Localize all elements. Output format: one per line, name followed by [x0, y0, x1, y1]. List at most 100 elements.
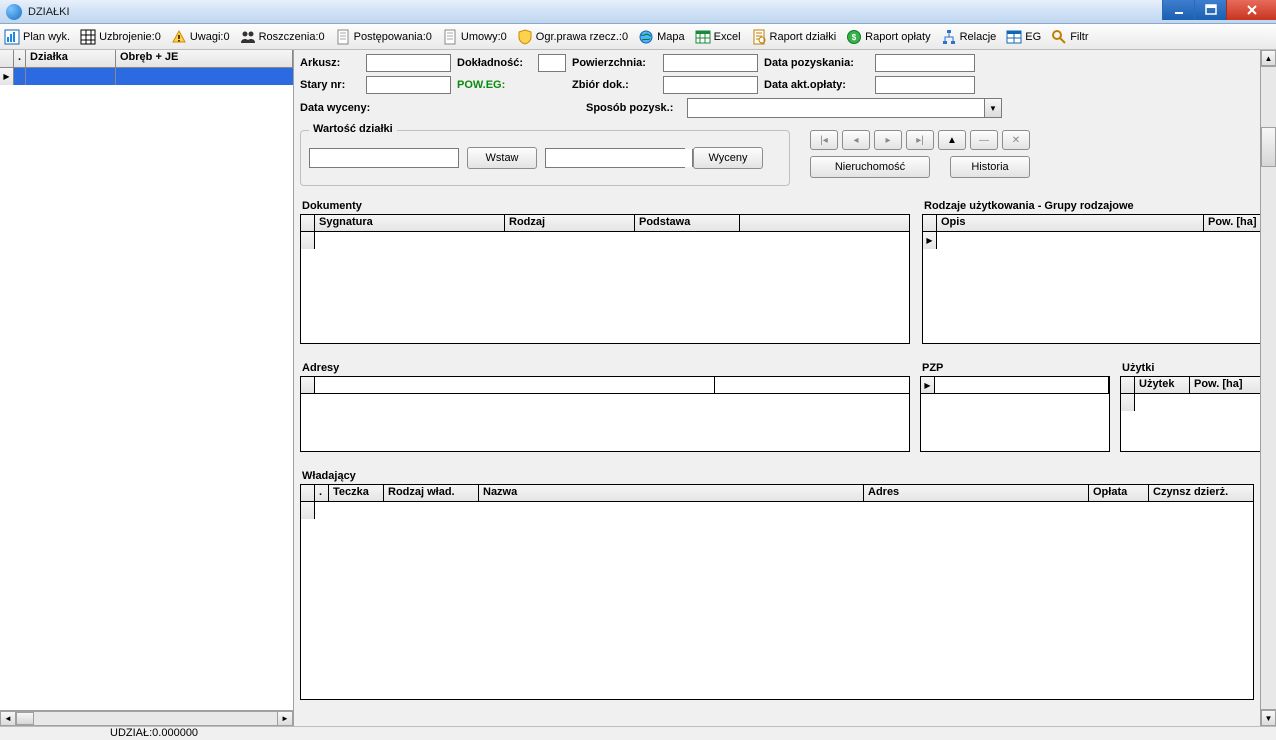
- scroll-up-button[interactable]: ▲: [1261, 50, 1276, 66]
- grid-corner: [301, 502, 315, 519]
- right-pane-vscroll[interactable]: ▲ ▼: [1260, 50, 1276, 726]
- scroll-thumb[interactable]: [1261, 127, 1276, 167]
- nav-next-button[interactable]: ▸: [874, 130, 902, 150]
- tb-excel[interactable]: Excel: [695, 29, 741, 45]
- statusbar: UDZIAŁ:0.000000: [0, 726, 1276, 740]
- maximize-button[interactable]: [1194, 0, 1226, 20]
- tb-raport-dzialki[interactable]: Raport działki: [751, 29, 837, 45]
- window-title: DZIAŁKI: [28, 6, 70, 18]
- pzp-title: PZP: [922, 362, 1110, 374]
- tb-mapa[interactable]: Mapa: [638, 29, 685, 45]
- grid-corner: [301, 232, 315, 249]
- scroll-track[interactable]: [16, 711, 277, 726]
- dokumenty-grid[interactable]: Sygnatura Rodzaj Podstawa: [300, 214, 910, 344]
- wladajacy-row[interactable]: [301, 502, 1253, 519]
- wlad-col-czynsz[interactable]: Czynsz dzierż.: [1149, 485, 1253, 501]
- doc-icon: [335, 29, 351, 45]
- wlad-col-dot[interactable]: .: [315, 485, 329, 501]
- data-pozyskania-label: Data pozyskania:: [764, 57, 869, 69]
- tb-label: Relacje: [960, 31, 997, 43]
- scroll-track[interactable]: [1261, 66, 1276, 710]
- tb-label: Postępowania:0: [354, 31, 432, 43]
- nav-last-button[interactable]: ▸|: [906, 130, 934, 150]
- wartosc-combo[interactable]: ▼: [545, 148, 685, 168]
- left-grid-row[interactable]: [0, 68, 293, 85]
- wstaw-button[interactable]: Wstaw: [467, 147, 537, 169]
- left-grid-corner: [0, 50, 14, 67]
- chevron-down-icon[interactable]: ▼: [984, 99, 1001, 117]
- left-grid-col-dot[interactable]: .: [14, 50, 26, 67]
- powierzchnia-input[interactable]: [663, 54, 758, 72]
- wlad-col-adres[interactable]: Adres: [864, 485, 1089, 501]
- scroll-thumb[interactable]: [16, 712, 34, 725]
- scroll-right-button[interactable]: ►: [277, 711, 293, 726]
- report-icon: [751, 29, 767, 45]
- uzytki-col-uzytek[interactable]: Użytek: [1135, 377, 1190, 393]
- left-grid-hscroll[interactable]: ◄ ►: [0, 710, 293, 726]
- data-akt-oplaty-input[interactable]: [875, 76, 975, 94]
- tb-label: EG: [1025, 31, 1041, 43]
- tb-relacje[interactable]: Relacje: [941, 29, 997, 45]
- tb-umowy[interactable]: Umowy:0: [442, 29, 507, 45]
- uzytki-col-pow[interactable]: Pow. [ha]: [1190, 377, 1269, 393]
- globe-icon: [638, 29, 654, 45]
- adresy-grid[interactable]: [300, 376, 910, 452]
- tb-eg[interactable]: EG: [1006, 29, 1041, 45]
- wlad-col-teczka[interactable]: Teczka: [329, 485, 384, 501]
- scroll-down-button[interactable]: ▼: [1261, 710, 1276, 726]
- sposob-pozysk-input[interactable]: [688, 99, 984, 117]
- left-grid-cell: [26, 68, 116, 85]
- pzp-row[interactable]: [921, 377, 1109, 394]
- nav-first-button[interactable]: |◂: [810, 130, 838, 150]
- wlad-col-nazwa[interactable]: Nazwa: [479, 485, 864, 501]
- wlad-col-oplata[interactable]: Opłata: [1089, 485, 1149, 501]
- data-pozyskania-input[interactable]: [875, 54, 975, 72]
- table-icon: [695, 29, 711, 45]
- stary-nr-input[interactable]: [366, 76, 451, 94]
- people-icon: [240, 29, 256, 45]
- tb-plan-wyk[interactable]: Plan wyk.: [4, 29, 70, 45]
- tb-ogr-prawa[interactable]: Ogr.prawa rzecz.:0: [517, 29, 628, 45]
- wartosc-input[interactable]: [309, 148, 459, 168]
- scroll-left-button[interactable]: ◄: [0, 711, 16, 726]
- tb-raport-oplaty[interactable]: $ Raport opłaty: [846, 29, 930, 45]
- dokumenty-row[interactable]: [301, 232, 909, 249]
- nav-delete-button[interactable]: —: [970, 130, 998, 150]
- nav-prev-button[interactable]: ◂: [842, 130, 870, 150]
- dokumenty-col-sygnatura[interactable]: Sygnatura: [315, 215, 505, 231]
- wlad-col-rodzaj[interactable]: Rodzaj wład.: [384, 485, 479, 501]
- wartosc-legend: Wartość działki: [309, 123, 397, 135]
- tb-uzbrojenie[interactable]: Uzbrojenie:0: [80, 29, 161, 45]
- tb-roszczenia[interactable]: Roszczenia:0: [240, 29, 325, 45]
- left-grid-col-obreb[interactable]: Obręb + JE: [116, 50, 293, 67]
- pzp-grid[interactable]: [920, 376, 1110, 452]
- minimize-button[interactable]: [1162, 0, 1194, 20]
- tb-uwagi[interactable]: Uwagi:0: [171, 29, 230, 45]
- grid-icon: [80, 29, 96, 45]
- uzytki-grid[interactable]: Użytek Pow. [ha]: [1120, 376, 1270, 452]
- nav-insert-button[interactable]: ▲: [938, 130, 966, 150]
- nav-cancel-button[interactable]: ✕: [1002, 130, 1030, 150]
- adresy-row[interactable]: [301, 377, 909, 394]
- rodzaje-col-opis[interactable]: Opis: [937, 215, 1204, 231]
- wladajacy-grid[interactable]: . Teczka Rodzaj wład. Nazwa Adres Opłata…: [300, 484, 1254, 700]
- zbior-dok-input[interactable]: [663, 76, 758, 94]
- dokumenty-col-podstawa[interactable]: Podstawa: [635, 215, 740, 231]
- nieruchomosc-button[interactable]: Nieruchomość: [810, 156, 930, 178]
- wyceny-button[interactable]: Wyceny: [693, 147, 763, 169]
- uzytki-row[interactable]: [1121, 394, 1269, 411]
- wartosc-combo-input[interactable]: [546, 149, 692, 167]
- left-grid-body[interactable]: [0, 68, 293, 710]
- grid-corner: [301, 377, 315, 393]
- left-grid-col-dzialka[interactable]: Działka: [26, 50, 116, 67]
- arkusz-input[interactable]: [366, 54, 451, 72]
- historia-button[interactable]: Historia: [950, 156, 1030, 178]
- dokumenty-col-rodzaj[interactable]: Rodzaj: [505, 215, 635, 231]
- dokladnosc-input[interactable]: [538, 54, 566, 72]
- sposob-pozysk-combo[interactable]: ▼: [687, 98, 1002, 118]
- tb-postepowania[interactable]: Postępowania:0: [335, 29, 432, 45]
- close-button[interactable]: [1226, 0, 1276, 20]
- rodzaje-grid[interactable]: Opis Pow. [ha]: [922, 214, 1270, 344]
- rodzaje-row[interactable]: [923, 232, 1269, 249]
- tb-filtr[interactable]: Filtr: [1051, 29, 1088, 45]
